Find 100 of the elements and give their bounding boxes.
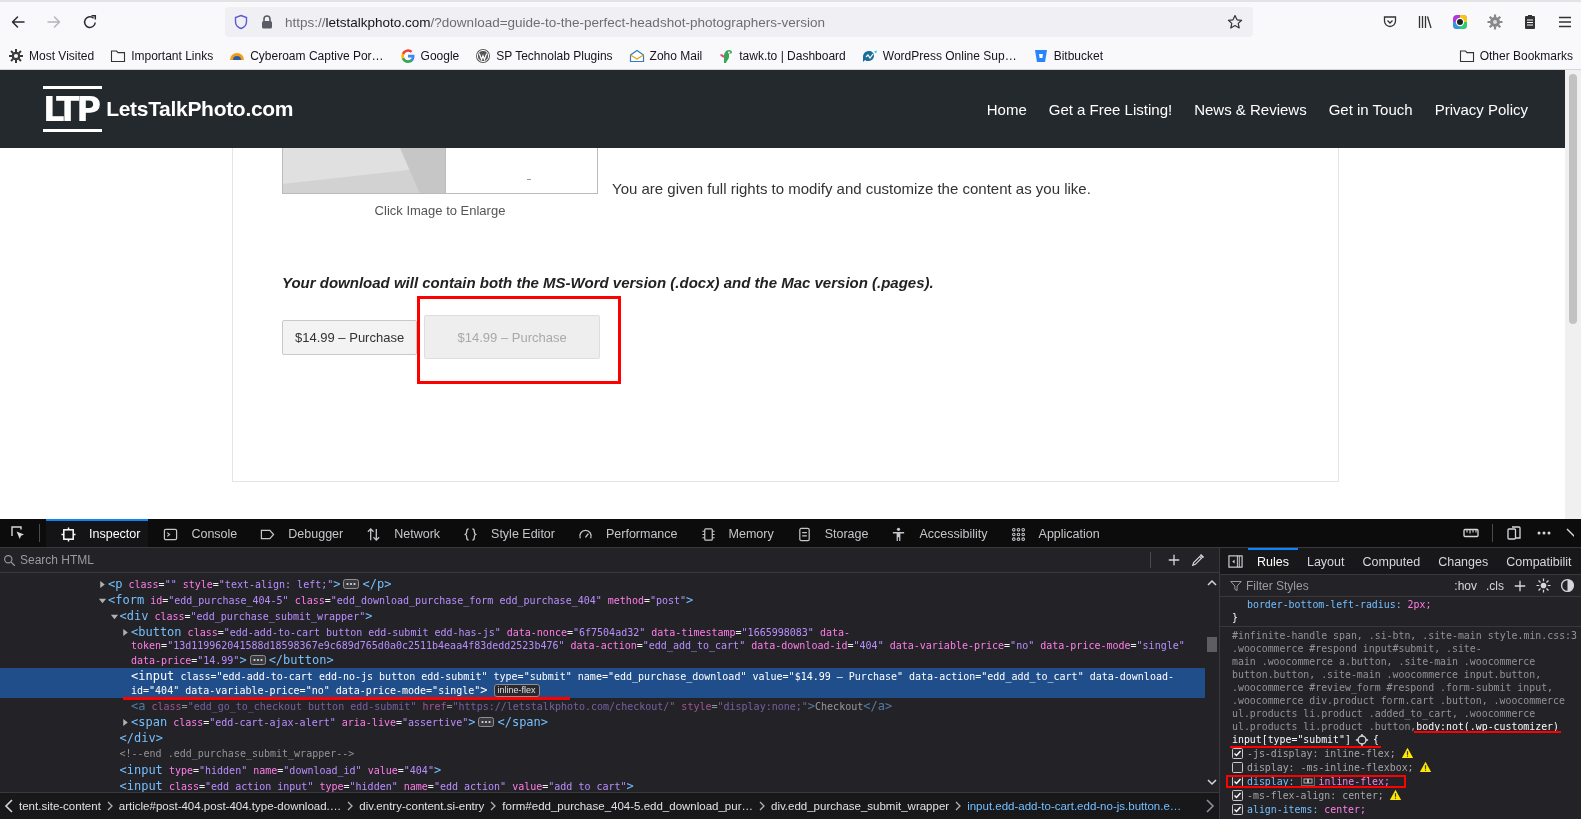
css-property[interactable]: align-items: xyxy=(1247,803,1319,815)
scroll-thumb[interactable] xyxy=(1207,637,1217,652)
extension-icon[interactable] xyxy=(1452,14,1468,30)
sidebar-tab[interactable]: Compatibilit xyxy=(1497,548,1581,574)
bookmark[interactable]: Other Bookmarks xyxy=(1456,45,1575,66)
markup-node[interactable]: <form id="edd_purchase_404-5" class="edd_download_purchase_form edd_purchase_404" method="post"> xyxy=(0,592,1205,608)
markup-node[interactable]: <a class="edd_go_to_checkout button edd-submit" href="https://letstalkphoto.com/checkout/" style="display:none;">Checkout</a> xyxy=(0,698,1205,714)
nav-link[interactable]: Home xyxy=(986,100,1027,118)
menu-icon[interactable] xyxy=(1557,14,1573,30)
lock-icon[interactable] xyxy=(259,14,275,30)
settings-icon[interactable] xyxy=(1487,14,1503,30)
devtools-tab[interactable]: Style Editor xyxy=(448,519,563,547)
bookmark[interactable]: Most Visited xyxy=(6,45,97,66)
breadcrumb[interactable]: div.entry-content.si-entry xyxy=(359,800,485,812)
sun-icon[interactable] xyxy=(1536,578,1551,593)
nav-link[interactable]: Privacy Policy xyxy=(1434,100,1528,118)
nav-link[interactable]: Get in Touch xyxy=(1328,100,1413,118)
star-icon[interactable] xyxy=(1227,14,1243,30)
clipboard-icon[interactable] xyxy=(1522,14,1538,30)
sidebar-tab[interactable]: Computed xyxy=(1353,548,1430,574)
checkbox[interactable] xyxy=(1232,803,1243,815)
devtools-tab[interactable]: Inspector xyxy=(46,519,149,547)
chevron-up-icon[interactable] xyxy=(1207,579,1217,587)
markup-node[interactable]: <input class="edd_action_input" type="hidden" name="edd_action" value="add_to_cart"> xyxy=(0,778,1205,792)
reload-icon[interactable] xyxy=(82,14,98,30)
css-value[interactable]: inline-flex; xyxy=(1324,747,1396,759)
devtools-tab[interactable]: Memory xyxy=(685,519,782,547)
markup-node[interactable] xyxy=(0,668,1205,698)
css-value[interactable]: -ms-inline-flexbox; xyxy=(1300,761,1414,773)
devtools-tab[interactable]: Network xyxy=(351,519,449,547)
markup-node[interactable]: <!--end .edd_purchase_submit_wrapper--> xyxy=(0,746,1205,762)
plus-icon[interactable] xyxy=(1167,553,1181,567)
markup-node[interactable]: <span class="edd-cart-ajax-alert" aria-live="assertive"> </span> xyxy=(0,714,1205,730)
crosshair-icon[interactable] xyxy=(1354,732,1369,747)
save-icon[interactable] xyxy=(1382,14,1398,30)
sidebar-tab[interactable]: Layout xyxy=(1297,548,1354,574)
css-property[interactable]: -ms-flex-align: xyxy=(1247,789,1337,801)
nav-link[interactable]: News & Reviews xyxy=(1194,100,1307,118)
address-bar[interactable]: https://letstalkphoto.com/?download=guide-to-the-perfect-headshot-photographers-version xyxy=(225,7,1253,37)
chevron-left-icon[interactable] xyxy=(4,799,14,813)
library-icon[interactable] xyxy=(1417,14,1433,30)
bookmark[interactable]: Bitbucket xyxy=(1030,45,1105,66)
shield-icon[interactable] xyxy=(233,14,249,30)
markup-node[interactable]: <div class="edd_purchase_submit_wrapper"> xyxy=(0,608,1205,624)
eyedropper-icon[interactable] xyxy=(1191,553,1205,567)
bookmark[interactable]: Google xyxy=(397,45,462,66)
bookmark[interactable]: SP Technolab Plugins xyxy=(473,45,615,66)
css-value[interactable]: 2px; xyxy=(1407,598,1432,610)
cursor-box-icon[interactable] xyxy=(10,525,26,541)
flex-layout-icon[interactable] xyxy=(1300,776,1315,786)
checkbox[interactable] xyxy=(1232,747,1243,759)
chevron-down-icon[interactable] xyxy=(1207,778,1217,786)
css-value[interactable]: inline-flex; xyxy=(1318,775,1390,787)
devtools-tab[interactable]: Storage xyxy=(781,519,877,547)
css-property[interactable]: border-bottom-left-radius: xyxy=(1247,598,1402,610)
stylesheet-link[interactable]: style.min.css:3 xyxy=(1487,630,1577,641)
devtools-tab[interactable]: Console xyxy=(148,519,246,547)
site-name[interactable]: LetsTalkPhoto.com xyxy=(106,97,294,121)
sidebar-toggle-icon[interactable] xyxy=(1228,553,1243,569)
logo-mark[interactable]: LTP xyxy=(43,86,103,132)
breadcrumb[interactable]: article#post-404.post-404.type-download.… xyxy=(118,800,342,812)
checkbox[interactable] xyxy=(1232,789,1243,801)
ellipsis-icon[interactable] xyxy=(343,579,360,589)
markup-node[interactable]: <input type="hidden" name="download_id" value="404"> xyxy=(0,762,1205,778)
toggle-button[interactable]: :hov xyxy=(1454,578,1477,593)
breadcrumb[interactable]: tent.site-content xyxy=(19,800,101,812)
markup-node[interactable]: <p class="" style="text-align: left;"> </p> xyxy=(0,576,1205,592)
chevron-right-icon[interactable] xyxy=(1205,799,1215,813)
devtools-tab[interactable]: Debugger xyxy=(245,519,352,547)
bookmark[interactable]: Zoho Mail xyxy=(626,45,705,66)
toggle-button[interactable]: .cls xyxy=(1486,578,1504,593)
devtools-tab[interactable]: Accessibility xyxy=(876,519,996,547)
purchase-button[interactable]: $14.99 – Purchase xyxy=(282,319,418,355)
css-property[interactable]: display: xyxy=(1247,775,1295,787)
scrollbar[interactable] xyxy=(1565,70,1581,519)
css-value[interactable]: center; xyxy=(1324,803,1366,815)
disclosure-triangle-icon[interactable] xyxy=(98,579,107,589)
sidebar-tab[interactable]: Changes xyxy=(1429,548,1498,574)
devtools-tab[interactable]: Performance xyxy=(562,519,686,547)
windows-icon[interactable] xyxy=(1506,525,1522,541)
contrast-icon[interactable] xyxy=(1560,578,1575,593)
devtools-tab[interactable]: Application xyxy=(995,519,1108,547)
nav-link[interactable]: Get a Free Listing! xyxy=(1048,100,1173,118)
breadcrumb[interactable]: div.edd_purchase_submit_wrapper xyxy=(771,800,950,812)
bookmark[interactable]: Cyberoam Captive Por… xyxy=(227,45,386,66)
sidebar-tab[interactable]: Rules xyxy=(1248,548,1298,574)
breadcrumb[interactable]: form#edd_purchase_404-5.edd_download_pur… xyxy=(502,800,753,812)
plus-icon[interactable] xyxy=(1513,578,1527,593)
checkbox[interactable] xyxy=(1232,775,1243,787)
back-arrow-icon[interactable] xyxy=(10,14,26,30)
scroll-thumb[interactable] xyxy=(1569,74,1577,324)
disclosure-triangle-icon[interactable] xyxy=(121,627,130,637)
bookmark[interactable]: Important Links xyxy=(108,45,216,66)
ellipsis-icon[interactable] xyxy=(478,717,495,727)
bookmark[interactable]: tawk.to | Dashboard xyxy=(716,45,848,66)
css-value[interactable]: center; xyxy=(1342,789,1384,801)
css-property[interactable]: -js-display: xyxy=(1247,747,1319,759)
checkbox[interactable] xyxy=(1232,761,1243,773)
bookmark[interactable]: WordPress Online Sup… xyxy=(859,45,1019,66)
ellipsis-icon[interactable] xyxy=(249,655,266,665)
